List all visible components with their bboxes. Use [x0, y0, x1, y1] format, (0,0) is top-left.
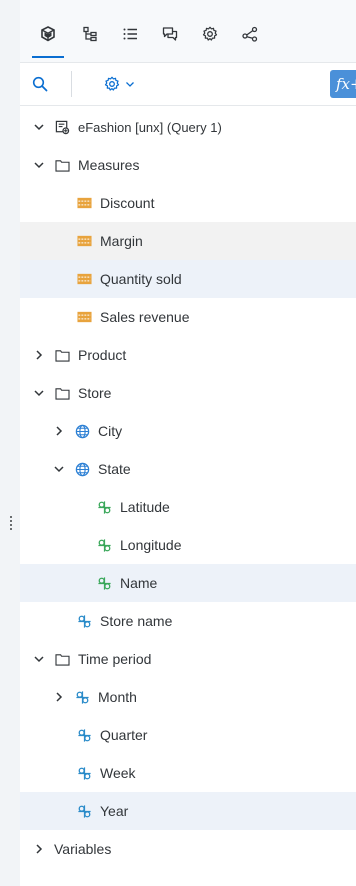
tab-structure[interactable]: [80, 24, 100, 44]
measure-icon: [76, 309, 92, 325]
tree-node-label: Longitude: [120, 537, 182, 553]
tree-item-month[interactable]: Month: [20, 678, 356, 716]
cube-icon: [41, 26, 55, 42]
tree-node-label: Measures: [78, 157, 140, 173]
object-tree: eFashion [unx] (Query 1) Measures Discou…: [20, 108, 356, 868]
tree-node-label: Variables: [54, 841, 112, 857]
attribute-icon: [96, 537, 112, 553]
tree-item-latitude[interactable]: Latitude: [20, 488, 356, 526]
search-icon: [32, 76, 48, 92]
tree-node-label: Latitude: [120, 499, 170, 515]
list-icon: [123, 28, 137, 40]
tree-folder-product[interactable]: Product: [20, 336, 356, 374]
tree-item-year[interactable]: Year: [20, 792, 356, 830]
tree-item-measure-discount[interactable]: Discount: [20, 184, 356, 222]
tree-node-label: Store: [78, 385, 112, 401]
tree-node-label: State: [98, 461, 131, 477]
tree-item-city[interactable]: City: [20, 412, 356, 450]
measure-icon: [76, 195, 92, 211]
chevron-down-icon[interactable]: [32, 120, 46, 134]
tree-node-label: Sales revenue: [100, 309, 190, 325]
dimension-icon: [76, 727, 92, 743]
tab-settings[interactable]: [200, 24, 220, 44]
tab-share[interactable]: [240, 24, 260, 44]
formula-button[interactable]: fx+: [330, 70, 356, 98]
globe-icon: [74, 461, 90, 477]
globe-icon: [74, 423, 90, 439]
tree-node-label: Month: [98, 689, 137, 705]
share-icon: [242, 26, 258, 42]
chevron-right-icon[interactable]: [52, 424, 66, 438]
folder-icon: [54, 157, 70, 173]
settings-icon: [202, 26, 218, 41]
tree-node-label: Product: [78, 347, 127, 363]
panel-resize-handle[interactable]: [10, 516, 12, 532]
tree-node-query[interactable]: eFashion [unx] (Query 1): [20, 108, 356, 146]
chevron-down-icon: [125, 82, 134, 87]
chevron-right-icon[interactable]: [32, 842, 46, 856]
search-button[interactable]: [30, 74, 50, 94]
tree-node-label: Margin: [100, 233, 143, 249]
chevron-right-icon[interactable]: [52, 690, 66, 704]
folder-icon: [54, 651, 70, 667]
tab-objects[interactable]: [32, 24, 64, 58]
tree-item-name[interactable]: Name: [20, 564, 356, 602]
tree-item-quarter[interactable]: Quarter: [20, 716, 356, 754]
formula-button-label: fx+: [336, 75, 356, 93]
chevron-down-icon[interactable]: [32, 158, 46, 172]
tree-folder-measures[interactable]: Measures: [20, 146, 356, 184]
chevron-down-icon[interactable]: [32, 652, 46, 666]
tree-node-label: Week: [100, 765, 136, 781]
settings-menu-button[interactable]: [100, 74, 138, 94]
tree-item-longitude[interactable]: Longitude: [20, 526, 356, 564]
comments-icon: [162, 27, 178, 41]
tree-item-measure-margin[interactable]: Margin: [20, 222, 356, 260]
tree-node-label: eFashion [unx] (Query 1): [78, 119, 222, 135]
attribute-icon: [96, 575, 112, 591]
data-panel: fx+ eFashion [unx] (Query 1): [20, 0, 356, 886]
tree-folder-variables[interactable]: Variables: [20, 830, 356, 868]
settings-icon: [104, 76, 119, 91]
attribute-icon: [96, 499, 112, 515]
chevron-down-icon[interactable]: [32, 386, 46, 400]
tree-node-label: Quantity sold: [100, 271, 182, 287]
measure-icon: [76, 233, 92, 249]
tree-node-label: Year: [100, 803, 129, 819]
tree-item-store-name[interactable]: Store name: [20, 602, 356, 640]
dimension-icon: [76, 765, 92, 781]
folder-icon: [54, 347, 70, 363]
dimension-icon: [74, 689, 90, 705]
tree-folder-time-period[interactable]: Time period: [20, 640, 356, 678]
folder-icon: [54, 385, 70, 401]
dimension-icon: [76, 803, 92, 819]
tab-comments[interactable]: [160, 24, 180, 44]
chevron-right-icon[interactable]: [32, 348, 46, 362]
tree-node-label: City: [98, 423, 123, 439]
tree-node-label: Time period: [78, 651, 152, 667]
universe-icon: [54, 119, 70, 135]
tab-list[interactable]: [120, 24, 140, 44]
tree-item-week[interactable]: Week: [20, 754, 356, 792]
tree-item-state[interactable]: State: [20, 450, 356, 488]
chevron-down-icon[interactable]: [52, 462, 66, 476]
tree-node-label: Name: [120, 575, 158, 591]
dimension-icon: [76, 613, 92, 629]
tree-item-measure-quantity-sold[interactable]: Quantity sold: [20, 260, 356, 298]
hierarchy-icon: [83, 26, 97, 42]
panel-toolbar: fx+: [20, 63, 356, 106]
tree-node-label: Discount: [100, 195, 155, 211]
panel-tab-bar: [20, 0, 356, 63]
tree-folder-store[interactable]: Store: [20, 374, 356, 412]
measure-icon: [76, 271, 92, 287]
toolbar-separator: [71, 71, 72, 97]
tree-node-label: Store name: [100, 613, 173, 629]
tree-node-label: Quarter: [100, 727, 148, 743]
tree-item-measure-sales-revenue[interactable]: Sales revenue: [20, 298, 356, 336]
